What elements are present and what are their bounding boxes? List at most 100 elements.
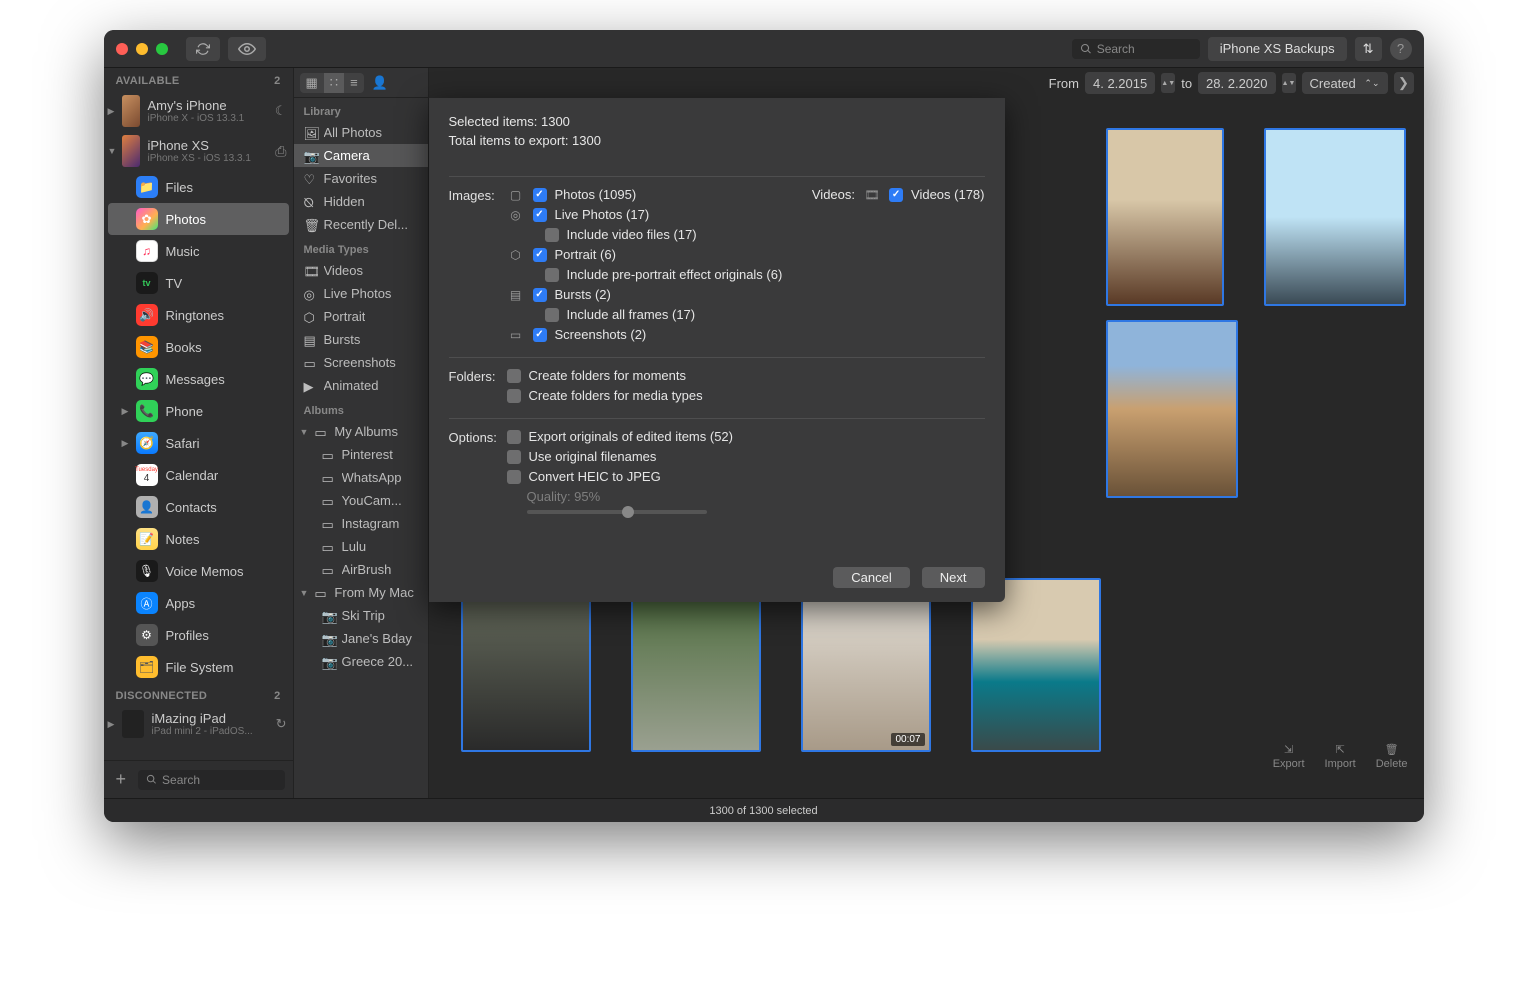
- album-whatsapp[interactable]: ▭WhatsApp: [294, 466, 428, 489]
- slider-knob[interactable]: [622, 506, 634, 518]
- view-mosaic-icon[interactable]: ▦: [300, 73, 324, 93]
- media-videos[interactable]: 🎞Videos: [294, 259, 428, 282]
- sidebar-item-files[interactable]: 📁Files: [108, 171, 289, 203]
- library-hidden[interactable]: ⦰Hidden: [294, 190, 428, 213]
- next-button[interactable]: Next: [922, 567, 985, 588]
- chevron-right-icon[interactable]: ▶: [108, 106, 115, 117]
- close-window-button[interactable]: [116, 43, 128, 55]
- sidebar-item-contacts[interactable]: 👤Contacts: [108, 491, 289, 523]
- chevron-down-icon[interactable]: ▼: [300, 427, 309, 437]
- sidebar-item-filesystem[interactable]: 🗂File System: [108, 651, 289, 683]
- use-filenames-checkbox[interactable]: [507, 450, 521, 464]
- sidebar-item-messages[interactable]: 💬Messages: [108, 363, 289, 395]
- chevron-right-icon[interactable]: ▶: [122, 406, 129, 417]
- help-button[interactable]: ?: [1390, 38, 1412, 60]
- content-toolbar: From 4. 2.2015 ▲▼ to 28. 2.2020 ▲▼ Creat…: [429, 68, 1424, 98]
- person-icon[interactable]: 👤: [372, 75, 388, 91]
- album-pinterest[interactable]: ▭Pinterest: [294, 443, 428, 466]
- photo-thumb[interactable]: [971, 578, 1101, 752]
- album-ski-trip[interactable]: 📷Ski Trip: [294, 604, 428, 627]
- transfer-button[interactable]: ⇅: [1355, 37, 1382, 61]
- add-button[interactable]: +: [112, 769, 131, 790]
- album-lulu[interactable]: ▭Lulu: [294, 535, 428, 558]
- album-greece[interactable]: 📷Greece 20...: [294, 650, 428, 673]
- quality-slider[interactable]: [527, 510, 707, 514]
- photo-thumb[interactable]: [1264, 128, 1406, 306]
- chevron-down-icon[interactable]: ▼: [108, 146, 117, 156]
- device-amys-iphone[interactable]: ▶ Amy's iPhone iPhone X - iOS 13.3.1 ☾: [104, 91, 293, 131]
- library-favorites[interactable]: ♡Favorites: [294, 167, 428, 190]
- livephotos-checkbox[interactable]: [533, 208, 547, 222]
- from-date-stepper[interactable]: ▲▼: [1161, 73, 1175, 93]
- to-date-stepper[interactable]: ▲▼: [1282, 73, 1296, 93]
- library-recently-deleted[interactable]: 🗑Recently Del...: [294, 213, 428, 236]
- delete-button[interactable]: 🗑Delete: [1376, 743, 1408, 770]
- sidebar-item-notes[interactable]: 📝Notes: [108, 523, 289, 555]
- include-video-checkbox[interactable]: [545, 228, 559, 242]
- media-animated[interactable]: ▶Animated: [294, 374, 428, 397]
- videos-checkbox[interactable]: [889, 188, 903, 202]
- collapse-button[interactable]: ❯: [1394, 72, 1414, 94]
- media-portrait[interactable]: ⬡Portrait: [294, 305, 428, 328]
- folders-media-checkbox[interactable]: [507, 389, 521, 403]
- cancel-button[interactable]: Cancel: [833, 567, 909, 588]
- import-button[interactable]: ⇱Import: [1325, 743, 1356, 770]
- export-originals-checkbox[interactable]: [507, 430, 521, 444]
- media-bursts[interactable]: ▤Bursts: [294, 328, 428, 351]
- photo-thumb[interactable]: 00:07: [801, 578, 931, 752]
- view-grid-icon[interactable]: ∷: [324, 73, 344, 93]
- export-button[interactable]: ⇲Export: [1273, 743, 1305, 770]
- include-frames-checkbox[interactable]: [545, 308, 559, 322]
- albums-from-my-mac[interactable]: ▼▭From My Mac: [294, 581, 428, 604]
- sort-dropdown[interactable]: Created⌃⌄: [1302, 72, 1388, 94]
- device-iphone-xs[interactable]: ▼ iPhone XS iPhone XS - iOS 13.3.1 ⎙: [104, 131, 293, 171]
- photo-thumb[interactable]: [1106, 128, 1224, 306]
- sidebar-item-apps[interactable]: ⒶApps: [108, 587, 289, 619]
- from-date-input[interactable]: 4. 2.2015: [1085, 72, 1155, 94]
- chevron-right-icon[interactable]: ▶: [122, 438, 129, 449]
- photo-thumb[interactable]: [461, 578, 591, 752]
- folders-moments-checkbox[interactable]: [507, 369, 521, 383]
- sidebar-item-profiles[interactable]: ⚙Profiles: [108, 619, 289, 651]
- chevron-right-icon[interactable]: ▶: [108, 719, 115, 730]
- album-airbrush[interactable]: ▭AirBrush: [294, 558, 428, 581]
- media-live-photos[interactable]: ◎Live Photos: [294, 282, 428, 305]
- sidebar-item-photos[interactable]: ✿Photos: [108, 203, 289, 235]
- album-instagram[interactable]: ▭Instagram: [294, 512, 428, 535]
- device-imazing-ipad[interactable]: ▶ iMazing iPad iPad mini 2 - iPadOS... ↻: [104, 706, 293, 742]
- photo-thumb[interactable]: [631, 578, 761, 752]
- sidebar-search-input[interactable]: Search: [138, 770, 284, 790]
- albums-my-albums[interactable]: ▼▭My Albums: [294, 420, 428, 443]
- include-preportrait-checkbox[interactable]: [545, 268, 559, 282]
- sidebar-item-calendar[interactable]: Tuesday4Calendar: [108, 459, 289, 491]
- album-janes-bday[interactable]: 📷Jane's Bday: [294, 627, 428, 650]
- library-camera[interactable]: 📷Camera: [294, 144, 428, 167]
- global-search-input[interactable]: Search: [1072, 39, 1200, 59]
- minimize-window-button[interactable]: [136, 43, 148, 55]
- chevron-down-icon[interactable]: ▼: [300, 588, 309, 598]
- screenshots-checkbox[interactable]: [533, 328, 547, 342]
- view-segmented-control[interactable]: ▦ ∷ ≡: [300, 73, 364, 93]
- device-backups-button[interactable]: iPhone XS Backups: [1208, 37, 1347, 61]
- preview-button[interactable]: [228, 37, 266, 61]
- album-youcam[interactable]: ▭YouCam...: [294, 489, 428, 512]
- sidebar-item-books[interactable]: 📚Books: [108, 331, 289, 363]
- photo-thumb[interactable]: [1106, 320, 1238, 498]
- sidebar-item-phone[interactable]: ▶📞Phone: [108, 395, 289, 427]
- portrait-checkbox[interactable]: [533, 248, 547, 262]
- maximize-window-button[interactable]: [156, 43, 168, 55]
- sidebar-item-voice-memos[interactable]: 🎙Voice Memos: [108, 555, 289, 587]
- bursts-checkbox[interactable]: [533, 288, 547, 302]
- to-date-input[interactable]: 28. 2.2020: [1198, 72, 1275, 94]
- media-screenshots[interactable]: ▭Screenshots: [294, 351, 428, 374]
- export-dialog: Selected items: 1300 Total items to expo…: [429, 98, 1005, 602]
- photos-checkbox[interactable]: [533, 188, 547, 202]
- sidebar-item-safari[interactable]: ▶🧭Safari: [108, 427, 289, 459]
- sidebar-item-tv[interactable]: tvTV: [108, 267, 289, 299]
- view-list-icon[interactable]: ≡: [344, 73, 364, 93]
- sidebar-item-ringtones[interactable]: 🔊Ringtones: [108, 299, 289, 331]
- convert-heic-checkbox[interactable]: [507, 470, 521, 484]
- library-all-photos[interactable]: 🖼All Photos: [294, 121, 428, 144]
- refresh-button[interactable]: [186, 37, 220, 61]
- sidebar-item-music[interactable]: ♫Music: [108, 235, 289, 267]
